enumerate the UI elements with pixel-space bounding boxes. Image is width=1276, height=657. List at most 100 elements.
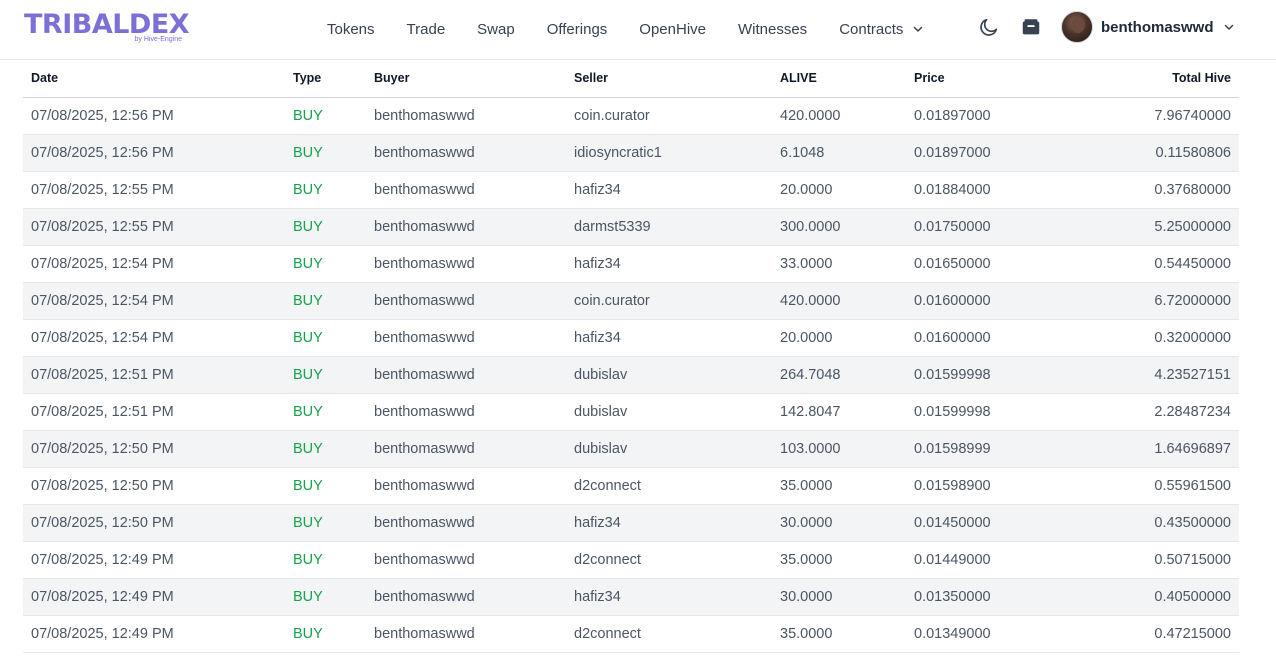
cell-buyer[interactable]: benthomaswwd	[374, 578, 574, 616]
nav-trade[interactable]: Trade	[391, 21, 462, 38]
cell-seller[interactable]: hafiz34	[574, 504, 780, 542]
cell-total-hive: 0.55961500	[1064, 467, 1239, 505]
cell-date: 07/08/2025, 12:50 PM	[23, 430, 293, 468]
cell-alive-amount: 30.0000	[780, 504, 914, 542]
cell-total-hive: 0.37680000	[1064, 171, 1239, 209]
cell-alive-amount: 35.0000	[780, 615, 914, 653]
nav-contracts-label: Contracts	[839, 20, 904, 38]
cell-buyer[interactable]: benthomaswwd	[374, 430, 574, 468]
cell-buyer[interactable]: benthomaswwd	[374, 97, 574, 135]
nav-swap[interactable]: Swap	[461, 21, 531, 38]
cell-price: 0.01897000	[914, 97, 1064, 135]
cell-seller[interactable]: d2connect	[574, 615, 780, 653]
cell-seller[interactable]: d2connect	[574, 467, 780, 505]
cell-price: 0.01750000	[914, 208, 1064, 246]
cell-alive-amount: 142.8047	[780, 393, 914, 431]
cell-buyer[interactable]: benthomaswwd	[374, 541, 574, 579]
column-header-date[interactable]: Date	[23, 60, 293, 98]
cell-date: 07/08/2025, 12:50 PM	[23, 467, 293, 505]
avatar	[1061, 11, 1093, 43]
cell-buyer[interactable]: benthomaswwd	[374, 319, 574, 357]
column-header-total-hive[interactable]: Total Hive	[1064, 60, 1239, 98]
nav-witnesses[interactable]: Witnesses	[722, 21, 823, 38]
top-navbar: TRIBALDEX by Hive-Engine Tokens Trade Sw…	[0, 0, 1276, 60]
cell-seller[interactable]: hafiz34	[574, 319, 780, 357]
cell-alive-amount: 33.0000	[780, 245, 914, 283]
cell-total-hive: 7.96740000	[1064, 97, 1239, 135]
table-row: 07/08/2025, 12:49 PM BUY benthomaswwd d2con…	[23, 541, 1239, 579]
cell-buyer[interactable]: benthomaswwd	[374, 356, 574, 394]
cell-date: 07/08/2025, 12:49 PM	[23, 615, 293, 653]
column-header-alive[interactable]: ALIVE	[780, 60, 914, 98]
cell-type: BUY	[293, 541, 374, 579]
cell-type: BUY	[293, 134, 374, 172]
cell-seller[interactable]: hafiz34	[574, 245, 780, 283]
table-row: 07/08/2025, 12:54 PM BUY benthomaswwd hafiz…	[23, 319, 1239, 357]
table-row: 07/08/2025, 12:49 PM BUY benthomaswwd d2con…	[23, 615, 1239, 653]
cell-seller[interactable]: dubislav	[574, 393, 780, 431]
column-header-type[interactable]: Type	[293, 60, 374, 98]
column-header-seller[interactable]: Seller	[574, 60, 780, 98]
cell-type: BUY	[293, 615, 374, 653]
nav-contracts-dropdown[interactable]: Contracts	[823, 21, 939, 38]
moon-icon	[980, 18, 998, 36]
cell-total-hive: 0.50715000	[1064, 541, 1239, 579]
cell-buyer[interactable]: benthomaswwd	[374, 208, 574, 246]
cell-buyer[interactable]: benthomaswwd	[374, 467, 574, 505]
cell-alive-amount: 20.0000	[780, 319, 914, 357]
cell-price: 0.01349000	[914, 615, 1064, 653]
column-header-buyer[interactable]: Buyer	[374, 60, 574, 98]
cell-seller[interactable]: coin.curator	[574, 282, 780, 320]
cell-seller[interactable]: darmst5339	[574, 208, 780, 246]
cell-buyer[interactable]: benthomaswwd	[374, 393, 574, 431]
user-menu[interactable]: benthomaswwd	[1061, 11, 1234, 43]
cell-buyer[interactable]: benthomaswwd	[374, 245, 574, 283]
cell-total-hive: 6.72000000	[1064, 282, 1239, 320]
chevron-down-icon	[1224, 24, 1233, 30]
cell-buyer[interactable]: benthomaswwd	[374, 504, 574, 542]
table-header-row: Date Type Buyer Seller ALIVE Price Total…	[23, 60, 1239, 98]
table-row: 07/08/2025, 12:49 PM BUY benthomaswwd hafiz…	[23, 578, 1239, 616]
cell-price: 0.01897000	[914, 134, 1064, 172]
cell-date: 07/08/2025, 12:50 PM	[23, 504, 293, 542]
logo-subtitle: by Hive-Engine	[134, 36, 182, 43]
cell-seller[interactable]: d2connect	[574, 541, 780, 579]
cell-buyer[interactable]: benthomaswwd	[374, 134, 574, 172]
cell-price: 0.01600000	[914, 319, 1064, 357]
cell-date: 07/08/2025, 12:49 PM	[23, 541, 293, 579]
cell-alive-amount: 35.0000	[780, 467, 914, 505]
cell-buyer[interactable]: benthomaswwd	[374, 615, 574, 653]
cell-seller[interactable]: coin.curator	[574, 97, 780, 135]
nav-openhive[interactable]: OpenHive	[623, 21, 722, 38]
table-row: 07/08/2025, 12:51 PM BUY benthomaswwd dubis…	[23, 356, 1239, 394]
cell-alive-amount: 30.0000	[780, 578, 914, 616]
cell-price: 0.01599998	[914, 356, 1064, 394]
nav-offerings[interactable]: Offerings	[531, 21, 624, 38]
tribaldex-logo[interactable]: TRIBALDEX by Hive-Engine	[24, 10, 190, 44]
cell-buyer[interactable]: benthomaswwd	[374, 171, 574, 209]
cell-seller[interactable]: dubislav	[574, 430, 780, 468]
cell-alive-amount: 103.0000	[780, 430, 914, 468]
cell-buyer[interactable]: benthomaswwd	[374, 282, 574, 320]
cell-seller[interactable]: hafiz34	[574, 578, 780, 616]
cell-alive-amount: 264.7048	[780, 356, 914, 394]
cell-price: 0.01599998	[914, 393, 1064, 431]
cell-type: BUY	[293, 430, 374, 468]
cell-type: BUY	[293, 208, 374, 246]
column-header-price[interactable]: Price	[914, 60, 1064, 98]
theme-toggle-button[interactable]	[978, 16, 1000, 38]
cell-price: 0.01598999	[914, 430, 1064, 468]
cell-date: 07/08/2025, 12:56 PM	[23, 97, 293, 135]
cell-date: 07/08/2025, 12:54 PM	[23, 282, 293, 320]
cell-price: 0.01884000	[914, 171, 1064, 209]
cell-type: BUY	[293, 467, 374, 505]
cell-date: 07/08/2025, 12:55 PM	[23, 208, 293, 246]
cell-seller[interactable]: dubislav	[574, 356, 780, 394]
cell-seller[interactable]: hafiz34	[574, 171, 780, 209]
cell-seller[interactable]: idiosyncratic1	[574, 134, 780, 172]
wallet-icon	[1022, 19, 1040, 35]
table-row: 07/08/2025, 12:51 PM BUY benthomaswwd dubis…	[23, 393, 1239, 431]
wallet-button[interactable]	[1020, 16, 1042, 38]
nav-tokens[interactable]: Tokens	[311, 21, 391, 38]
cell-total-hive: 0.11580806	[1064, 134, 1239, 172]
